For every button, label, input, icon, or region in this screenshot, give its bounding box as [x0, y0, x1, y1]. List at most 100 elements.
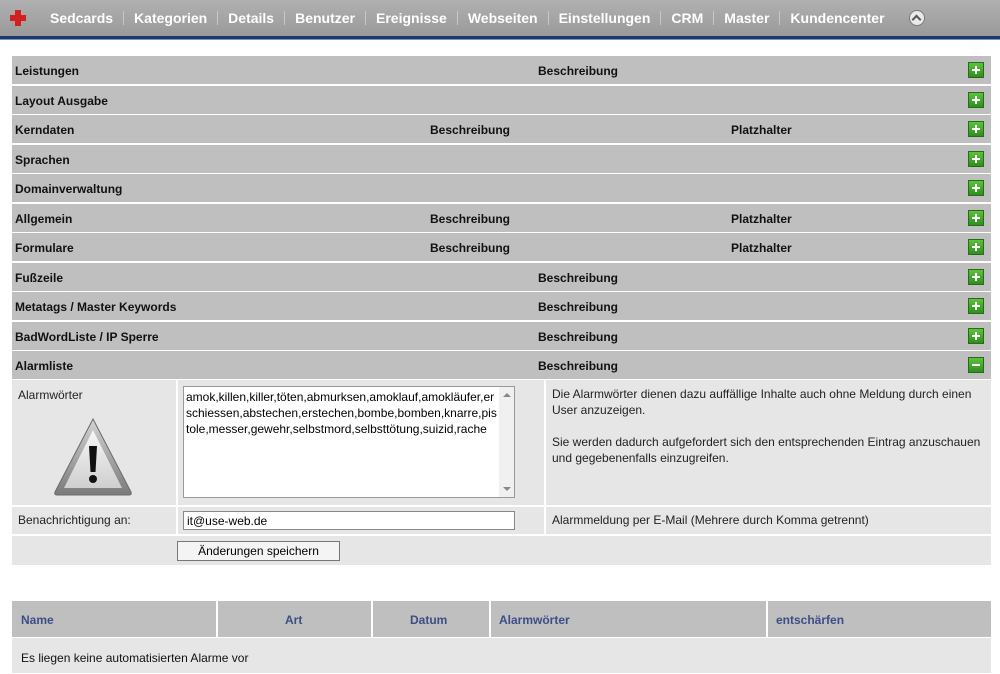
nav-item-details[interactable]: Details	[218, 10, 284, 26]
notify-hint: Alarmmeldung per E-Mail (Mehrere durch K…	[552, 513, 869, 527]
expand-plus-icon[interactable]	[968, 327, 984, 344]
alarm-words-textarea[interactable]	[183, 386, 515, 498]
notify-email-input[interactable]	[183, 511, 515, 530]
nav-item-sedcards[interactable]: Sedcards	[40, 10, 123, 26]
section-title: Formulare	[15, 241, 74, 255]
nav-item-kategorien[interactable]: Kategorien	[124, 10, 217, 26]
column-header-datum[interactable]: Datum	[373, 601, 491, 637]
settings-sections: Leistungen Beschreibung Layout Ausgabe Kern…	[12, 56, 991, 381]
toggle-bar-vertical	[975, 125, 977, 133]
section-title: Leistungen	[15, 64, 80, 78]
section-allgemein[interactable]: Allgemein Beschreibung Platzhalter	[12, 203, 991, 232]
notify-input-cell	[178, 507, 544, 534]
toggle-bar-vertical	[975, 331, 977, 340]
section-kerndaten[interactable]: Kerndaten Beschreibung Platzhalter	[12, 115, 991, 143]
section-description-header: Beschreibung	[430, 241, 511, 255]
toggle-bar-vertical	[975, 213, 977, 222]
expand-plus-icon[interactable]	[968, 150, 984, 167]
section-description-header: Beschreibung	[538, 300, 619, 314]
nav-menu: Sedcards Kategorien Details Benutzer Ereigni…	[40, 0, 925, 36]
section-fußzeile[interactable]: Fußzeile Beschreibung	[12, 262, 991, 291]
alarm-table-empty-row: Es liegen keine automatisierten Alarme v…	[12, 638, 991, 673]
textarea-scrollbar[interactable]	[499, 387, 514, 497]
notify-label-cell: Benachrichtigung an:	[12, 507, 176, 534]
section-metatags-master-keywords[interactable]: Metatags / Master Keywords Beschreibung	[12, 292, 991, 320]
column-header-entschaerfen[interactable]: entschärfen	[768, 601, 991, 637]
section-title: Fußzeile	[15, 270, 64, 285]
section-placeholder-header: Platzhalter	[731, 211, 792, 226]
nav-item-ereignisse[interactable]: Ereignisse	[366, 10, 457, 26]
nav-underline-light	[0, 39, 1000, 40]
expand-plus-icon[interactable]	[968, 268, 984, 285]
collapse-minus-icon[interactable]	[968, 357, 984, 373]
section-title: Layout Ausgabe	[15, 93, 108, 108]
toggle-bar-vertical	[975, 154, 977, 163]
alarm-words-label-cell: Alarmwörter	[12, 380, 176, 505]
collapse-up-icon[interactable]	[908, 10, 925, 26]
expand-plus-icon[interactable]	[968, 121, 984, 137]
nav-item-einstellungen[interactable]: Einstellungen	[549, 10, 661, 26]
toggle-bar-vertical	[975, 302, 977, 310]
alarm-table: Name Art Datum Alarmwörter entschärfen E…	[12, 601, 991, 673]
alarm-words-hint-1: Die Alarmwörter dienen dazu auffällige I…	[552, 387, 972, 417]
alarm-table-header: Name Art Datum Alarmwörter entschärfen	[12, 601, 991, 637]
section-alarmliste[interactable]: Alarmliste Beschreibung	[12, 351, 991, 379]
nav-item-webseiten[interactable]: Webseiten	[458, 10, 548, 26]
empty-message: Es liegen keine automatisierten Alarme v…	[21, 651, 249, 665]
expand-plus-icon[interactable]	[968, 180, 984, 196]
section-title: Kerndaten	[15, 123, 75, 137]
section-title: Domainverwaltung	[15, 182, 123, 196]
column-header-art[interactable]: Art	[218, 601, 373, 637]
scroll-up-arrow-icon[interactable]	[503, 393, 511, 397]
toggle-bar-vertical	[975, 243, 977, 251]
expand-plus-icon[interactable]	[968, 209, 984, 226]
save-changes-button[interactable]: Änderungen speichern	[177, 541, 340, 561]
toggle-bar-horizontal	[972, 364, 980, 366]
column-header-name[interactable]: Name	[12, 601, 218, 637]
section-badwordliste-ip-sperre[interactable]: BadWordListe / IP Sperre Beschreibung	[12, 321, 991, 350]
alarm-words-hint-2: Sie werden dadurch aufgefordert sich den…	[552, 435, 981, 465]
toggle-bar-vertical	[975, 95, 977, 104]
section-title: Sprachen	[15, 152, 70, 167]
section-leistungen[interactable]: Leistungen Beschreibung	[12, 56, 991, 84]
nav-item-benutzer[interactable]: Benutzer	[285, 10, 365, 26]
section-placeholder-header: Platzhalter	[731, 241, 792, 255]
nav-item-master[interactable]: Master	[714, 10, 779, 26]
section-title: Alarmliste	[15, 359, 74, 373]
section-formulare[interactable]: Formulare Beschreibung Platzhalter	[12, 233, 991, 261]
section-description-header: Beschreibung	[430, 123, 511, 137]
section-description-header: Beschreibung	[538, 359, 619, 373]
section-sprachen[interactable]: Sprachen	[12, 144, 991, 173]
section-description-header: Beschreibung	[538, 329, 619, 344]
section-domainverwaltung[interactable]: Domainverwaltung	[12, 174, 991, 202]
nav-item-kundencenter[interactable]: Kundencenter	[780, 10, 894, 26]
top-navigation: Sedcards Kategorien Details Benutzer Ereigni…	[0, 0, 1000, 36]
toggle-bar-vertical	[975, 272, 977, 281]
expand-plus-icon[interactable]	[968, 298, 984, 314]
alarm-words-label: Alarmwörter	[18, 388, 83, 402]
section-layout-ausgabe[interactable]: Layout Ausgabe	[12, 85, 991, 114]
section-description-header: Beschreibung	[430, 211, 511, 226]
alarm-words-input-cell	[178, 380, 544, 505]
expand-plus-icon[interactable]	[968, 91, 984, 108]
alarm-panel: Alarmwörter amok,killen,killer,töten,abm…	[12, 380, 991, 565]
expand-plus-icon[interactable]	[968, 239, 984, 255]
toggle-bar-vertical	[975, 66, 977, 74]
toggle-bar-vertical	[975, 184, 977, 192]
column-header-alarmwoerter[interactable]: Alarmwörter	[491, 601, 768, 637]
save-row: Änderungen speichern	[12, 536, 991, 565]
red-cross-icon[interactable]	[10, 10, 26, 26]
alarm-words-hint-cell: Die Alarmwörter dienen dazu auffällige I…	[546, 380, 991, 505]
section-title: Allgemein	[15, 211, 73, 226]
section-title: BadWordListe / IP Sperre	[15, 329, 159, 344]
notify-hint-cell: Alarmmeldung per E-Mail (Mehrere durch K…	[546, 507, 991, 534]
section-placeholder-header: Platzhalter	[731, 123, 792, 137]
scroll-down-arrow-icon[interactable]	[503, 487, 511, 491]
section-description-header: Beschreibung	[538, 64, 619, 78]
expand-plus-icon[interactable]	[968, 62, 984, 78]
nav-item-crm[interactable]: CRM	[661, 10, 713, 26]
warning-icon	[52, 416, 134, 501]
notify-label: Benachrichtigung an:	[18, 513, 131, 527]
section-description-header: Beschreibung	[538, 270, 619, 285]
section-title: Metatags / Master Keywords	[15, 300, 177, 314]
